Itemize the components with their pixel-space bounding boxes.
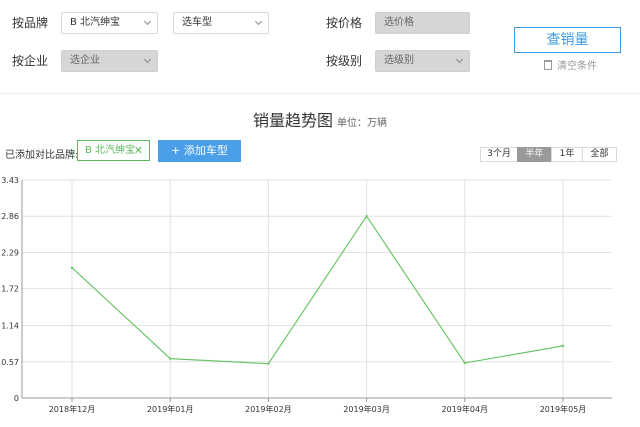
data-point [169, 357, 172, 360]
data-point [365, 215, 368, 218]
data-point [267, 362, 270, 365]
brand-select[interactable]: B 北汽绅宝 [61, 12, 158, 34]
brand-filter-label: 按品牌 [12, 16, 49, 30]
range-3-months-button[interactable]: 3个月 [480, 147, 518, 162]
trash-icon [544, 60, 552, 70]
chart-header: 销量趋势图 单位：万辆 [0, 107, 640, 131]
x-tick-label: 2019年04月 [442, 404, 489, 414]
chart-unit: 单位：万辆 [337, 118, 387, 129]
sales-trend-chart: 0 0.57 1.14 1.72 2.29 2.86 3.43 2018年12月 2019年01… [1, 176, 612, 414]
filter-panel: 按品牌 B 北汽绅宝 选车型 按价格 选价格 按企业 选企业 按级别 选级别 查… [0, 0, 640, 92]
clear-conditions-link[interactable]: 清空条件 [544, 60, 597, 74]
compare-brand-chip: B 北汽绅宝 ✕ [77, 140, 150, 161]
y-tick-label: 2.29 [1, 248, 19, 257]
range-half-year-button[interactable]: 半年 [517, 147, 552, 162]
chevron-down-icon [143, 55, 152, 64]
chart-title: 销量趋势图 [252, 111, 333, 130]
query-sales-button[interactable]: 查销量 [514, 27, 621, 53]
price-select-placeholder: 选价格 [384, 17, 414, 28]
data-point [561, 344, 565, 348]
level-filter-label: 按级别 [326, 54, 363, 68]
chevron-down-icon [254, 17, 263, 26]
model-select[interactable]: 选车型 [173, 12, 269, 34]
close-icon[interactable]: ✕ [134, 141, 143, 160]
model-select-placeholder: 选车型 [182, 17, 212, 28]
company-select[interactable]: 选企业 [61, 50, 158, 72]
y-tick-label: 1.72 [1, 285, 19, 294]
add-model-button[interactable]: + 添加车型 [158, 140, 241, 162]
price-select[interactable]: 选价格 [375, 12, 470, 34]
clear-conditions-label: 清空条件 [557, 61, 597, 72]
compare-brand-chip-label: B 北汽绅宝 [85, 145, 136, 156]
range-all-button[interactable]: 全部 [582, 147, 617, 162]
company-select-placeholder: 选企业 [70, 55, 100, 66]
price-filter-label: 按价格 [326, 16, 363, 30]
y-tick-label: 1.14 [1, 322, 19, 331]
company-filter-label: 按企业 [12, 54, 49, 68]
x-tick-label: 2019年05月 [540, 404, 587, 414]
level-select-placeholder: 选级别 [384, 55, 414, 66]
chevron-down-icon [143, 17, 152, 26]
level-select[interactable]: 选级别 [375, 50, 470, 72]
y-tick-label: 2.86 [1, 212, 19, 221]
data-point [70, 266, 74, 269]
data-point [463, 361, 466, 365]
x-tick-label: 2019年01月 [147, 404, 194, 414]
chevron-down-icon [455, 55, 464, 64]
y-tick-label: 0.57 [1, 358, 19, 367]
y-tick-label: 0 [14, 394, 19, 403]
section-divider [0, 93, 640, 94]
range-1-year-button[interactable]: 1年 [551, 147, 583, 162]
time-range-group: 3个月 半年 1年 全部 [480, 147, 617, 162]
x-tick-label: 2019年03月 [343, 404, 390, 414]
x-tick-label: 2018年12月 [49, 404, 96, 414]
x-tick-label: 2019年02月 [245, 404, 292, 414]
series-line [71, 215, 564, 365]
compare-brands-label: 已添加对比品牌: [5, 150, 79, 161]
y-tick-label: 3.43 [1, 176, 19, 185]
brand-select-value: B 北汽绅宝 [70, 17, 121, 28]
